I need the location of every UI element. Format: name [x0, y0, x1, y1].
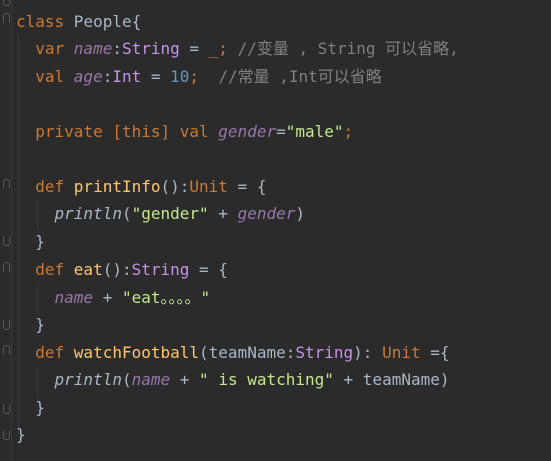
code-line[interactable]: var name:String = _; //变量 , String 可以省略, — [16, 38, 459, 60]
code-token: gender — [218, 122, 277, 141]
fold-marker-icon[interactable] — [3, 430, 10, 440]
code-token: _; — [208, 39, 228, 58]
code-token: (): — [102, 260, 132, 279]
code-token: " is watching" — [199, 370, 334, 389]
code-token: 10 — [170, 67, 190, 86]
code-token: Unit — [189, 177, 228, 196]
code-token: ( — [121, 204, 132, 223]
code-line[interactable]: println("gender" + gender) — [16, 203, 305, 225]
fold-marker-icon[interactable] — [3, 262, 10, 272]
fold-marker-icon[interactable] — [3, 320, 10, 330]
code-token: println — [54, 204, 122, 223]
code-token: + — [170, 370, 200, 389]
code-line[interactable]: } — [16, 397, 45, 419]
code-token: println — [54, 370, 122, 389]
fold-marker-icon[interactable] — [3, 236, 10, 246]
code-token: String — [121, 39, 180, 58]
code-token: ; — [343, 122, 354, 141]
code-token: "male" — [285, 122, 344, 141]
code-token: //常量 ,Int可以省略 — [199, 67, 382, 86]
code-token: = { — [189, 260, 228, 279]
code-token: printInfo — [73, 177, 161, 196]
code-line[interactable]: private [this] val gender="male"; — [16, 121, 353, 143]
code-token: def — [16, 260, 74, 279]
code-token: } — [16, 425, 26, 444]
code-token: String — [131, 260, 190, 279]
code-editor[interactable]: class People{ var name:String = _; //变量 … — [0, 0, 551, 461]
code-token: class — [16, 12, 65, 31]
code-token: (): — [160, 177, 190, 196]
code-token: People{ — [64, 12, 142, 31]
code-line[interactable]: } — [16, 314, 45, 336]
code-token: val — [16, 67, 74, 86]
code-token: def — [16, 177, 74, 196]
code-token: ={ — [420, 343, 450, 362]
code-line[interactable]: def printInfo():Unit = { — [16, 176, 266, 198]
code-token: } — [16, 398, 45, 417]
code-token: : — [112, 39, 122, 58]
code-token: ; — [189, 67, 200, 86]
code-token: } — [16, 232, 45, 251]
code-token: = — [141, 67, 171, 86]
code-token: + — [208, 204, 238, 223]
code-token: //变量 , String 可以省略, — [227, 39, 459, 58]
code-token: name — [131, 370, 171, 389]
code-token: eat — [73, 260, 103, 279]
editor-gutter — [0, 0, 14, 461]
code-token: + — [93, 288, 122, 307]
fold-marker-icon[interactable] — [3, 13, 10, 23]
code-token: ] val — [160, 122, 219, 141]
code-line[interactable]: val age:Int = 10; //常量 ,Int可以省略 — [16, 66, 382, 88]
code-line[interactable]: } — [16, 231, 45, 253]
fold-marker-icon[interactable] — [3, 404, 10, 414]
code-token: name — [54, 288, 94, 307]
code-token: ): — [353, 343, 383, 362]
code-line[interactable]: println(name + " is watching" + teamName… — [16, 369, 450, 391]
code-token: name — [73, 39, 113, 58]
code-token: ( — [121, 370, 132, 389]
gutter-divider — [11, 0, 12, 461]
code-token: gender — [237, 204, 296, 223]
fold-marker-icon[interactable] — [3, 345, 10, 355]
code-token: (teamName: — [199, 343, 296, 362]
code-token: this — [121, 122, 161, 141]
code-token: age — [73, 67, 103, 86]
code-token: = { — [227, 177, 267, 196]
code-token: private [ — [16, 122, 122, 141]
code-line[interactable]: } — [16, 424, 26, 446]
code-token: "eat。。。。" — [121, 288, 211, 307]
code-line[interactable]: def eat():String = { — [16, 259, 228, 281]
code-line[interactable]: def watchFootball(teamName:String): Unit… — [16, 342, 450, 364]
code-token: } — [16, 315, 45, 334]
code-line[interactable]: name + "eat。。。。" — [16, 287, 211, 309]
code-token: var — [16, 39, 74, 58]
code-token: "gender" — [131, 204, 209, 223]
code-token: Unit — [382, 343, 421, 362]
fold-marker-icon[interactable] — [3, 0, 10, 6]
code-token: def — [16, 343, 74, 362]
code-token: = — [276, 122, 286, 141]
code-token: : — [102, 67, 113, 86]
code-token: watchFootball — [73, 343, 200, 362]
fold-marker-icon[interactable] — [3, 179, 10, 189]
code-token: String — [295, 343, 354, 362]
code-token: + teamName) — [333, 370, 450, 389]
code-line[interactable]: class People{ — [16, 11, 141, 33]
code-token: = — [179, 39, 209, 58]
code-token: Int — [112, 67, 142, 86]
code-token: ) — [295, 204, 306, 223]
